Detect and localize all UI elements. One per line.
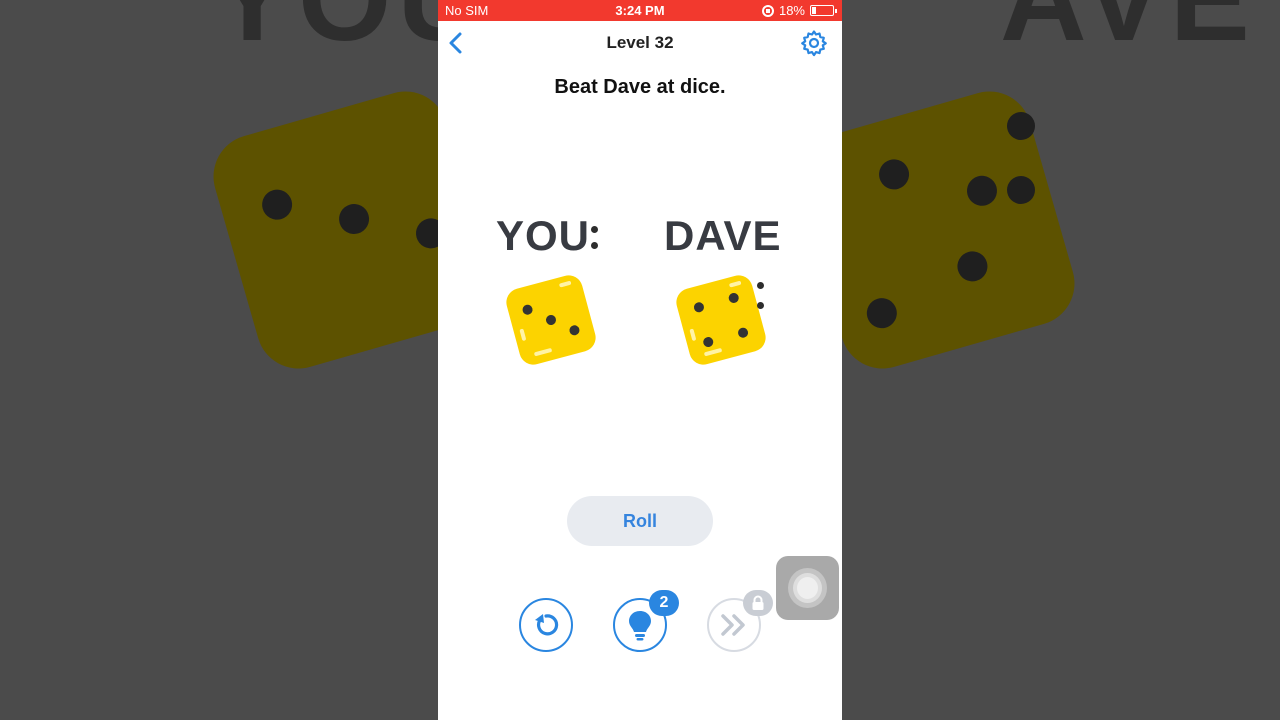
lightbulb-icon (629, 611, 651, 641)
page-title: Level 32 (606, 33, 674, 52)
battery-percent: 18% (778, 3, 805, 18)
colon-dot (591, 242, 598, 249)
assistive-touch-button[interactable] (776, 556, 839, 620)
settings-button[interactable] (800, 29, 828, 57)
colon-dot (591, 226, 598, 233)
player-label-you: YOU (496, 212, 591, 259)
rotation-lock-icon (761, 4, 774, 17)
skip-lock-badge (743, 590, 773, 616)
gear-icon (801, 30, 827, 57)
colon-dot (757, 282, 764, 289)
lock-icon (752, 595, 764, 610)
die-dave (673, 272, 769, 368)
background-text-right: AVE (1000, 0, 1256, 68)
colon-dot (757, 302, 764, 309)
nav-bar: Level 32 (438, 21, 842, 65)
restart-icon (535, 614, 559, 636)
player-label-dave: DAVE (664, 212, 782, 259)
die-you (503, 272, 599, 368)
battery-icon (810, 5, 837, 16)
restart-button[interactable] (519, 598, 573, 652)
background-colon-dot (1007, 176, 1035, 204)
skip-forward-icon (721, 614, 745, 636)
background-colon-dot (1007, 112, 1035, 140)
level-prompt: Beat Dave at dice. (554, 76, 726, 98)
roll-button[interactable]: Roll (567, 496, 713, 546)
status-bar: No SIM 3:24 PM 18% (438, 0, 842, 21)
hint-count-badge: 2 (649, 590, 679, 616)
